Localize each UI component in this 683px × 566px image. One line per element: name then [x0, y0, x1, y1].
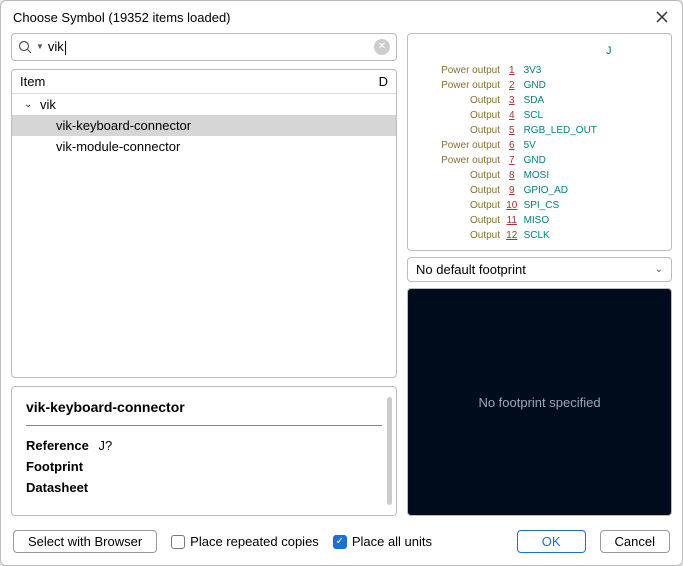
place-all-units-checkbox[interactable]: ✓ Place all units	[333, 534, 432, 549]
tree-item-row[interactable]: vik-keyboard-connector	[12, 115, 396, 136]
cancel-button[interactable]: Cancel	[600, 530, 670, 553]
info-panel: vik-keyboard-connector Reference J? Foot…	[11, 386, 397, 516]
footprint-preview-text: No footprint specified	[478, 395, 600, 410]
checkbox-checked-icon: ✓	[333, 535, 347, 549]
clear-search-icon[interactable]: ✕	[374, 39, 390, 55]
info-divider	[26, 425, 382, 426]
footprint-select[interactable]: No default footprint ⌄	[407, 257, 672, 282]
choose-symbol-dialog: Choose Symbol (19352 items loaded) ▼ vik…	[0, 0, 683, 566]
symbol-pin-row: Power output 1 3V3	[426, 63, 612, 78]
tree-header-right: D	[379, 74, 388, 89]
tree-header-item: Item	[20, 74, 45, 89]
tree-item-label: vik-module-connector	[56, 139, 180, 154]
footprint-select-label: No default footprint	[416, 262, 526, 277]
info-scrollbar[interactable]	[387, 397, 392, 505]
symbol-pin-row: Output 8 MOSI	[426, 168, 612, 183]
symbol-pin-row: Power output 7 GND	[426, 153, 612, 168]
info-footprint: Footprint	[26, 459, 382, 474]
close-icon[interactable]	[654, 9, 670, 25]
info-title: vik-keyboard-connector	[26, 399, 382, 415]
symbol-pin-row: Output 3 SDA	[426, 93, 612, 108]
tree-item-label: vik-keyboard-connector	[56, 118, 191, 133]
content: ▼ vik ✕ Item D ⌄ vik vik-keyboard-connec…	[1, 33, 682, 522]
right-column: J Power output 1 3V3Power output 2 GNDOu…	[407, 33, 672, 516]
symbol-drawing: J Power output 1 3V3Power output 2 GNDOu…	[426, 44, 612, 243]
search-box[interactable]: ▼ vik ✕	[11, 33, 397, 61]
tree-header[interactable]: Item D	[12, 70, 396, 94]
symbol-pin-row: Output 5 RGB_LED_OUT	[426, 123, 612, 138]
tree-library-row[interactable]: ⌄ vik	[12, 94, 396, 115]
symbol-pin-row: Output 12 SCLK	[426, 228, 612, 243]
symbol-tree: Item D ⌄ vik vik-keyboard-connector vik-…	[11, 69, 397, 378]
place-repeated-label: Place repeated copies	[190, 534, 319, 549]
search-input[interactable]: vik	[48, 37, 374, 57]
search-icon	[18, 40, 32, 54]
info-reference-value: J?	[99, 438, 113, 453]
info-datasheet-label: Datasheet	[26, 480, 88, 495]
chevron-down-icon: ⌄	[655, 264, 663, 275]
place-all-units-label: Place all units	[352, 534, 432, 549]
select-with-browser-button[interactable]: Select with Browser	[13, 530, 157, 553]
left-column: ▼ vik ✕ Item D ⌄ vik vik-keyboard-connec…	[11, 33, 397, 516]
symbol-pin-row: Output 9 GPIO_AD	[426, 183, 612, 198]
symbol-pin-row: Power output 2 GND	[426, 78, 612, 93]
tree-body[interactable]: ⌄ vik vik-keyboard-connector vik-module-…	[12, 94, 396, 377]
symbol-preview[interactable]: J Power output 1 3V3Power output 2 GNDOu…	[407, 33, 672, 251]
collapse-icon[interactable]: ⌄	[24, 99, 36, 110]
library-name: vik	[40, 97, 56, 112]
ok-button[interactable]: OK	[517, 530, 586, 553]
footprint-preview[interactable]: No footprint specified	[407, 288, 672, 516]
checkbox-icon	[171, 535, 185, 549]
tree-item-row[interactable]: vik-module-connector	[12, 136, 396, 157]
place-repeated-checkbox[interactable]: Place repeated copies	[171, 534, 319, 549]
info-datasheet: Datasheet	[26, 480, 382, 495]
dialog-footer: Select with Browser Place repeated copie…	[1, 522, 682, 565]
symbol-pin-row: Output 4 SCL	[426, 108, 612, 123]
symbol-ref: J	[606, 44, 612, 59]
info-footprint-label: Footprint	[26, 459, 83, 474]
chevron-down-icon[interactable]: ▼	[36, 42, 44, 51]
symbol-pin-row: Output 11 MISO	[426, 213, 612, 228]
info-reference-label: Reference	[26, 438, 89, 453]
symbol-pin-row: Output 10 SPI_CS	[426, 198, 612, 213]
symbol-pin-row: Power output 6 5V	[426, 138, 612, 153]
dialog-title: Choose Symbol (19352 items loaded)	[13, 10, 231, 25]
info-reference: Reference J?	[26, 438, 382, 453]
titlebar: Choose Symbol (19352 items loaded)	[1, 1, 682, 33]
